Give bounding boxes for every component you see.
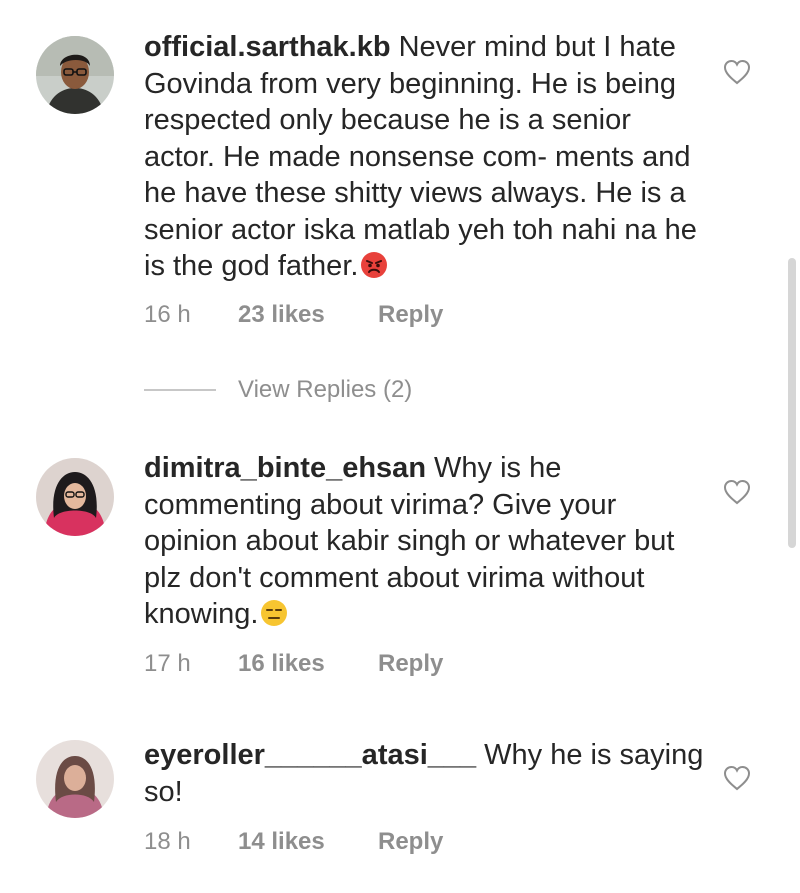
comment-text-block: official.sarthak.kb Never mind but I hate…: [144, 29, 704, 285]
comment-likes[interactable]: 14 likes: [238, 828, 378, 856]
comment-username[interactable]: official.sarthak.kb: [144, 31, 391, 63]
comment-username[interactable]: eyeroller______atasi___: [144, 739, 476, 771]
avatar-image: [36, 458, 114, 536]
comment-body: official.sarthak.kb Never mind but I hate…: [144, 29, 704, 328]
reply-button[interactable]: Reply: [378, 301, 443, 329]
scrollbar[interactable]: [788, 258, 796, 548]
view-replies-divider: [144, 389, 216, 391]
comment-item: eyeroller______atasi___ Why he is saying …: [0, 730, 780, 890]
comment-username[interactable]: dimitra_binte_ehsan: [144, 452, 426, 484]
comment-meta: 17 h 16 likes Reply: [144, 650, 443, 678]
comment-body: eyeroller______atasi___ Why he is saying …: [144, 737, 704, 855]
comment-likes[interactable]: 23 likes: [238, 301, 378, 329]
reply-button[interactable]: Reply: [378, 828, 443, 856]
comment-time: 17 h: [144, 650, 191, 677]
comment-likes[interactable]: 16 likes: [238, 650, 378, 678]
comment-text: Never mind but I hate Govinda from very …: [144, 31, 697, 282]
heart-outline-icon[interactable]: [722, 58, 752, 86]
comment-body: dimitra_binte_ehsan Why is he commenting …: [144, 450, 704, 677]
view-replies-button[interactable]: View Replies (2): [144, 372, 412, 408]
expressionless-face-icon: [260, 599, 288, 627]
comment-text-block: eyeroller______atasi___ Why he is saying …: [144, 737, 704, 810]
comment-meta: 16 h 23 likes Reply: [144, 301, 443, 329]
heart-outline-icon[interactable]: [722, 478, 752, 506]
avatar-image: [36, 740, 114, 818]
comment-time: 18 h: [144, 828, 191, 855]
comment-time: 16 h: [144, 301, 191, 328]
comment-meta: 18 h 14 likes Reply: [144, 828, 443, 856]
comment-item: official.sarthak.kb Never mind but I hate…: [0, 0, 780, 340]
avatar[interactable]: [36, 740, 114, 818]
comments-page: official.sarthak.kb Never mind but I hate…: [0, 0, 800, 893]
view-replies-label: View Replies (2): [238, 376, 413, 403]
avatar[interactable]: [36, 36, 114, 114]
avatar[interactable]: [36, 458, 114, 536]
comment-item: dimitra_binte_ehsan Why is he commenting …: [0, 440, 780, 700]
reply-button[interactable]: Reply: [378, 650, 443, 678]
heart-outline-icon[interactable]: [722, 764, 752, 792]
avatar-image: [36, 36, 114, 114]
comment-text-block: dimitra_binte_ehsan Why is he commenting …: [144, 450, 704, 633]
angry-face-icon: [360, 251, 388, 279]
